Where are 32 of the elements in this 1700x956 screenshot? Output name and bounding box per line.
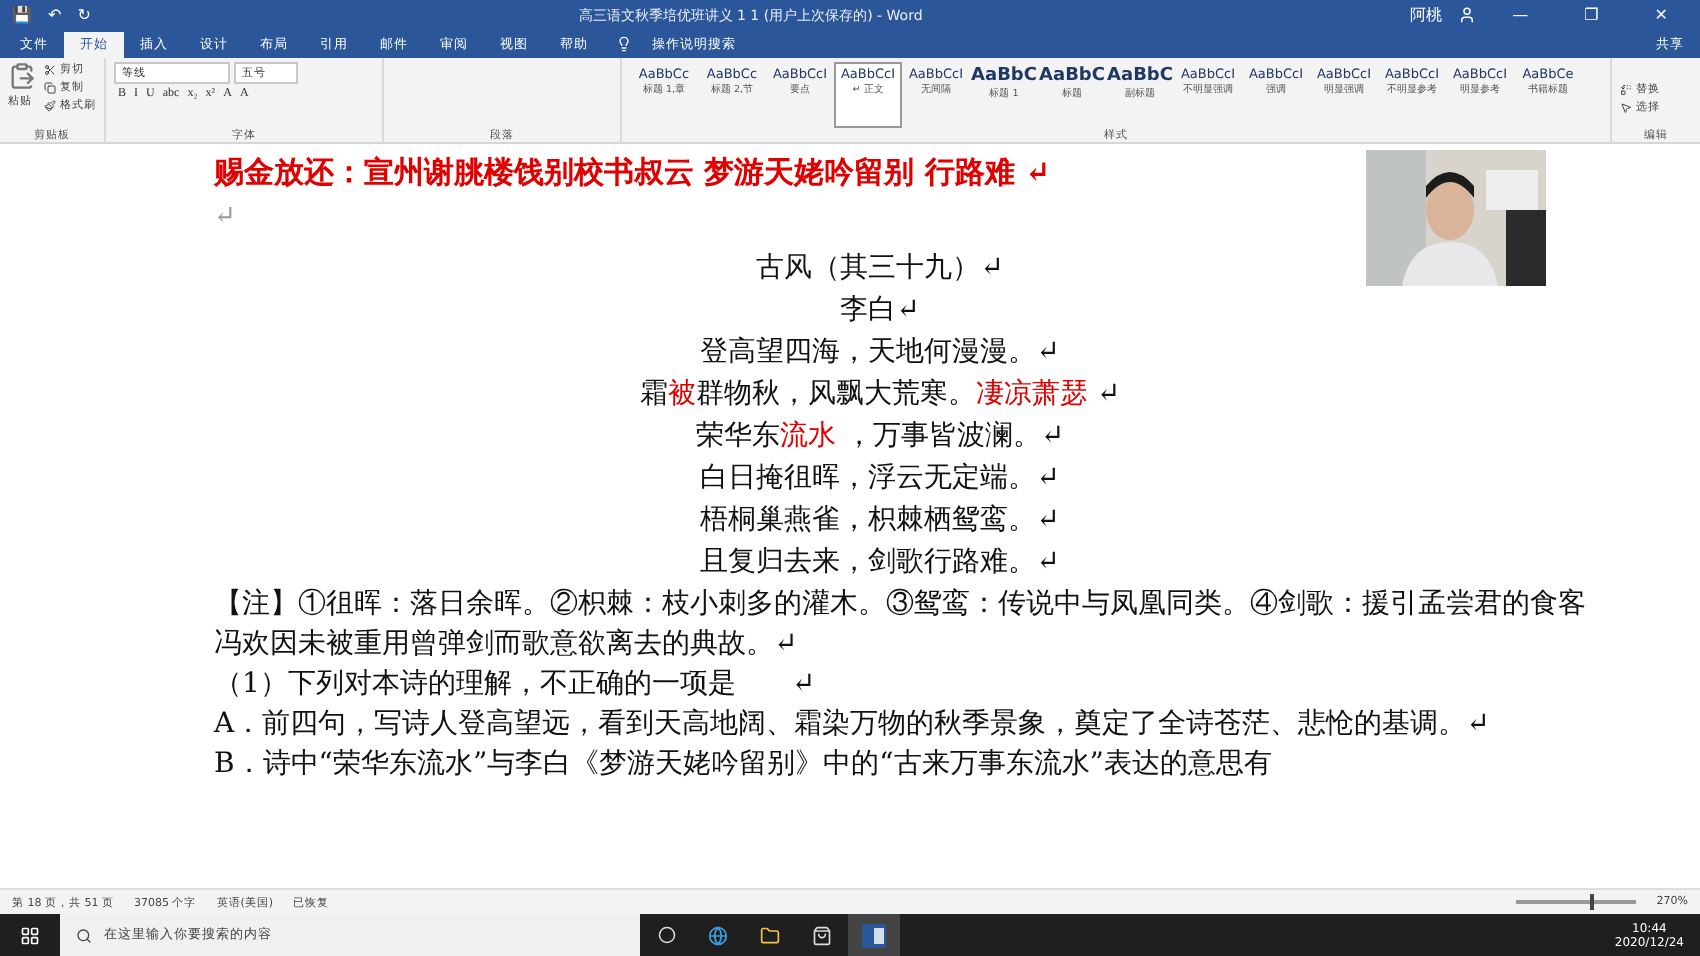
paintbrush-icon — [44, 99, 56, 111]
window-control-button[interactable]: — — [1492, 6, 1549, 24]
quick-access-button[interactable]: ↻ — [77, 6, 91, 24]
poem-line: 霜被群物秋，风飘大荒寒。凄凉萧瑟 ↵ — [639, 376, 1121, 414]
replace-icon — [1620, 83, 1632, 95]
copy-icon — [44, 81, 56, 93]
scissors-icon — [44, 63, 56, 75]
document-paragraph: 【注】①徂晖：落日余晖。②枳棘：枝小刺多的灌木。③鸳鸾：传说中与凤凰同类。④剑歌：援引孟尝君的食客冯欢因未被重用曾弹剑而歌意欲离去的典故。↵ — [214, 586, 1588, 664]
poem-line: 古风（其三十九）↵ — [756, 250, 1004, 288]
document-heading: 赐金放还：宣州谢朓楼饯别校书叔云 梦游天姥吟留别 行路难 ↵ — [214, 152, 1053, 192]
lightbulb-icon — [616, 36, 632, 52]
poem-line: 白日掩徂晖，浮云无定端。↵ — [700, 460, 1060, 498]
windows-start-icon[interactable] — [20, 925, 40, 945]
user-name: 阿桃 — [1410, 4, 1443, 26]
word-taskbar-button[interactable] — [848, 914, 900, 956]
word-app-icon — [862, 923, 886, 947]
paragraph-mark: ↵ — [214, 200, 238, 236]
poem-line: 登高望四海，天地何漫漫。↵ — [700, 334, 1060, 372]
document-paragraph: B．诗中“荣华东流水”与李白《梦游天姥吟留别》中的“古来万事东流水”表达的意思有 — [214, 746, 1274, 784]
poem-line: 荣华东流水 ，万事皆波澜。↵ — [695, 418, 1065, 456]
poem-line: 梧桐巢燕雀，枳棘栖鸳鸾。↵ — [700, 502, 1060, 540]
pointer-icon — [1620, 101, 1632, 113]
document-paragraph: A．前四句，写诗人登高望远，看到天高地阔、霜染万物的秋季景象，奠定了全诗苍茫、悲怆的基调。↵ — [214, 706, 1492, 744]
window-control-button[interactable]: ❐ — [1564, 6, 1619, 24]
window-control-button[interactable]: ✕ — [1634, 6, 1688, 24]
search-icon — [76, 927, 92, 943]
paste-icon[interactable] — [8, 62, 36, 90]
poem-line: 李白↵ — [840, 292, 920, 330]
quick-access-button[interactable]: ↶ — [48, 6, 62, 24]
document-paragraph: （1）下列对本诗的理解，不正确的一项是 ↵ — [214, 666, 818, 704]
poem-line: 且复归去来，剑歌行路难。↵ — [700, 544, 1060, 582]
avatar-icon — [1458, 6, 1477, 24]
